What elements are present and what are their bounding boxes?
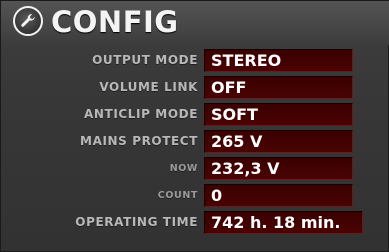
output-mode-value[interactable]: STEREO [204, 49, 353, 72]
anticlip-mode-label: ANTICLIP MODE [84, 107, 198, 121]
config-panel: CONFIG OUTPUT MODE STEREO VOLUME LINK OF… [0, 0, 389, 252]
settings-list: OUTPUT MODE STEREO VOLUME LINK OFF ANTIC… [1, 47, 389, 236]
setting-output-mode: OUTPUT MODE STEREO [1, 47, 389, 74]
setting-mains-protect: MAINS PROTECT 265 V [1, 128, 389, 155]
page-title: CONFIG [51, 5, 179, 39]
mains-now-value: 232,3 V [204, 157, 353, 180]
mains-count-label: COUNT [157, 190, 198, 201]
volume-link-label: VOLUME LINK [99, 80, 198, 94]
panel-header: CONFIG [1, 1, 389, 45]
output-mode-label: OUTPUT MODE [92, 53, 198, 67]
wrench-icon[interactable] [13, 6, 43, 36]
setting-volume-link: VOLUME LINK OFF [1, 74, 389, 101]
mains-protect-value[interactable]: 265 V [204, 130, 353, 153]
operating-time-value: 742 h. 18 min. [204, 211, 363, 234]
volume-link-value[interactable]: OFF [204, 76, 353, 99]
operating-time-label: OPERATING TIME [75, 215, 198, 229]
setting-mains-count: COUNT 0 [1, 182, 389, 209]
mains-protect-label: MAINS PROTECT [80, 134, 198, 148]
mains-now-label: NOW [169, 163, 198, 174]
setting-mains-now: NOW 232,3 V [1, 155, 389, 182]
mains-count-value: 0 [204, 184, 353, 207]
anticlip-mode-value[interactable]: SOFT [204, 103, 353, 126]
setting-operating-time: OPERATING TIME 742 h. 18 min. [1, 209, 389, 236]
setting-anticlip-mode: ANTICLIP MODE SOFT [1, 101, 389, 128]
